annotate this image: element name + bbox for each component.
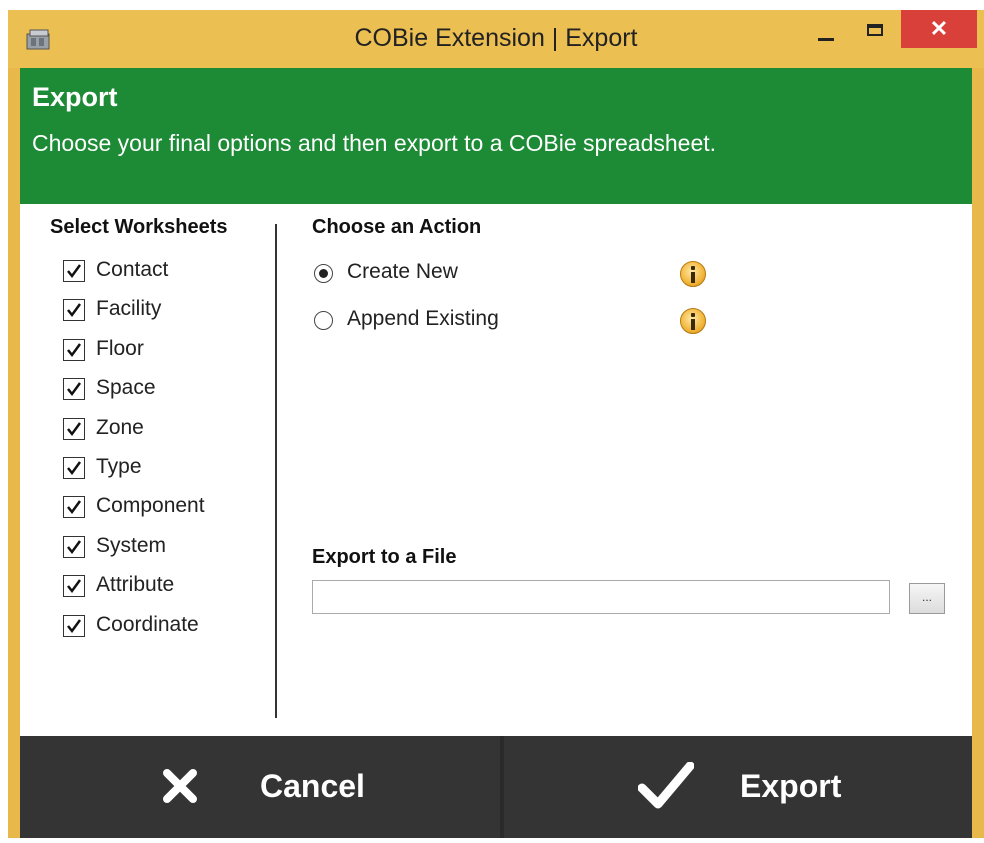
worksheet-checkbox[interactable] xyxy=(63,496,85,519)
worksheet-label: Attribute xyxy=(96,573,175,597)
minimize-button[interactable] xyxy=(806,10,844,50)
checkmark-icon xyxy=(67,539,82,554)
close-x-icon xyxy=(163,769,197,803)
worksheet-label: Zone xyxy=(96,415,144,439)
worksheet-checkbox[interactable] xyxy=(63,378,85,401)
export-button[interactable]: Export xyxy=(504,736,972,838)
worksheet-checkbox[interactable] xyxy=(63,575,85,598)
radio-create-new[interactable]: Create New xyxy=(314,260,714,290)
page-title: Export xyxy=(32,82,118,112)
dialog-window: COBie Extension | Export ✕ Export Choose… xyxy=(8,10,984,838)
worksheet-label: Contact xyxy=(96,258,169,281)
browse-button[interactable]: ... xyxy=(909,583,945,614)
info-icon[interactable] xyxy=(680,261,706,287)
minimize-icon xyxy=(818,38,834,41)
checkmark-icon xyxy=(67,618,82,633)
worksheet-checkbox[interactable] xyxy=(63,299,85,322)
radio-button[interactable] xyxy=(314,264,333,283)
checkmark-icon xyxy=(67,382,82,397)
column-divider xyxy=(275,224,277,718)
radio-button[interactable] xyxy=(314,311,333,330)
radio-append-existing[interactable]: Append Existing xyxy=(314,307,714,337)
worksheet-label: Type xyxy=(96,454,142,478)
checkmark-icon xyxy=(67,500,82,515)
worksheet-label: Floor xyxy=(96,336,144,360)
worksheet-label: Facility xyxy=(96,297,162,321)
worksheet-label: System xyxy=(96,533,167,557)
worksheets-heading: Select Worksheets xyxy=(50,216,228,238)
worksheet-label: Coordinate xyxy=(96,612,199,636)
page-subtitle: Choose your final options and then expor… xyxy=(32,130,717,156)
cancel-label: Cancel xyxy=(260,768,365,804)
header-banner: Export Choose your final options and the… xyxy=(20,68,972,204)
worksheet-checkbox[interactable] xyxy=(63,260,85,282)
action-heading: Choose an Action xyxy=(312,216,482,238)
checkmark-icon xyxy=(67,303,82,318)
close-icon: ✕ xyxy=(929,16,949,41)
worksheet-checkbox[interactable] xyxy=(63,338,85,361)
maximize-icon xyxy=(867,24,883,36)
export-label: Export xyxy=(740,768,842,804)
cancel-button[interactable]: Cancel xyxy=(20,736,500,838)
worksheet-checkbox[interactable] xyxy=(63,614,85,637)
radio-label: Create New xyxy=(347,260,458,283)
checkmark-icon xyxy=(67,264,82,279)
maximize-button[interactable] xyxy=(856,10,894,50)
footer-bar: Cancel Export xyxy=(20,736,972,838)
export-file-path-input[interactable] xyxy=(312,580,890,614)
dialog-content: Export Choose your final options and the… xyxy=(20,68,972,838)
info-icon[interactable] xyxy=(680,308,706,334)
worksheet-checkbox[interactable] xyxy=(63,417,85,440)
export-file-heading: Export to a File xyxy=(312,546,457,568)
title-bar[interactable]: COBie Extension | Export ✕ xyxy=(8,10,984,68)
worksheet-label: Space xyxy=(96,376,156,400)
checkmark-icon xyxy=(67,579,82,594)
checkmark-icon xyxy=(67,461,82,476)
worksheet-checkbox[interactable] xyxy=(63,535,85,558)
close-button[interactable]: ✕ xyxy=(901,10,977,48)
radio-label: Append Existing xyxy=(347,307,499,330)
worksheet-checkbox[interactable] xyxy=(63,456,85,479)
checkmark-icon xyxy=(638,762,694,809)
checkmark-icon xyxy=(67,421,82,436)
checkmark-icon xyxy=(67,343,82,357)
worksheet-label: Component xyxy=(96,494,205,518)
